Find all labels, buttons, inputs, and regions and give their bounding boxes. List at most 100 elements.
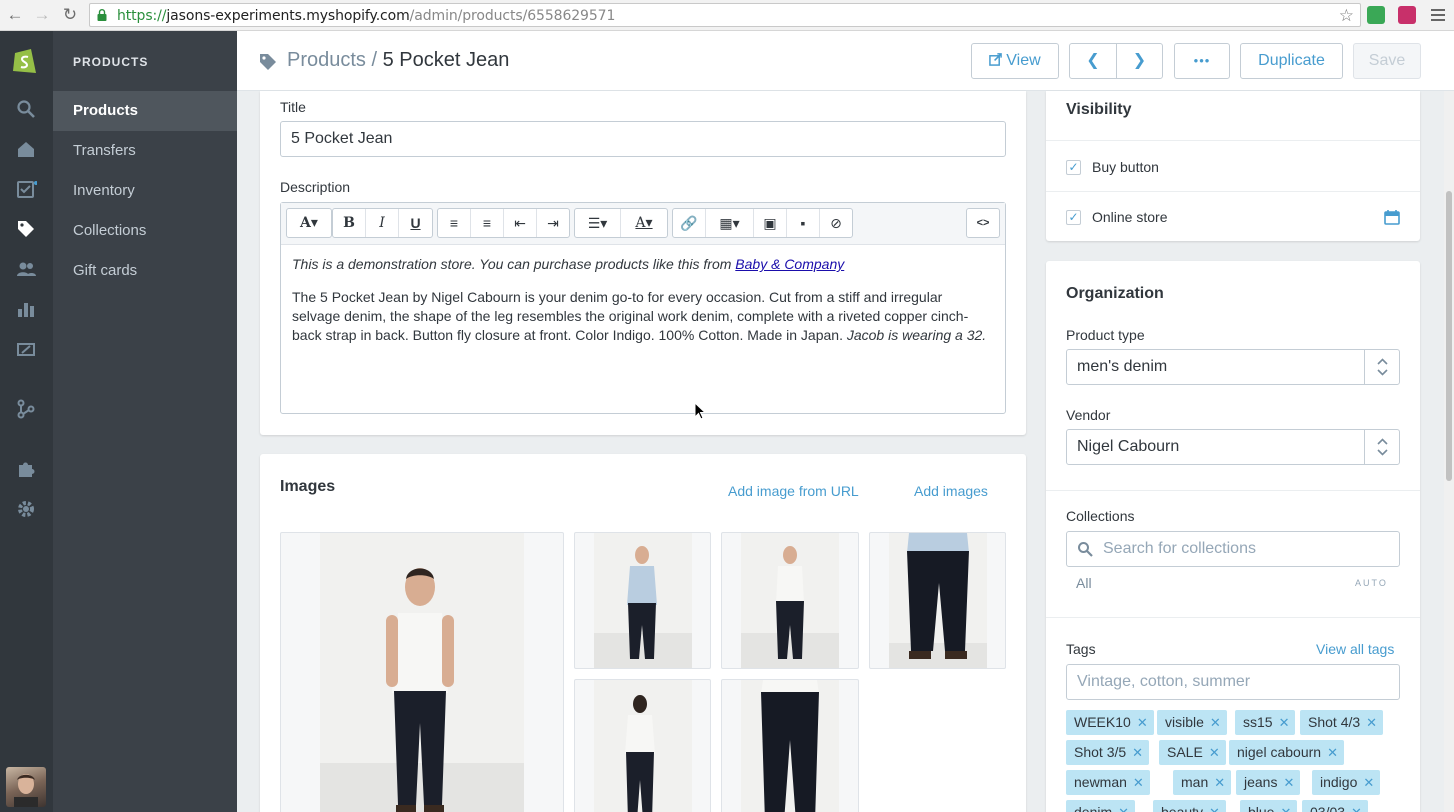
user-avatar[interactable] xyxy=(6,767,46,807)
remove-tag-icon[interactable]: ✕ xyxy=(1214,775,1225,790)
remove-tag-icon[interactable]: ✕ xyxy=(1366,715,1377,730)
tag-label: 03/03 xyxy=(1310,804,1346,812)
remove-tag-icon[interactable]: ✕ xyxy=(1327,745,1338,760)
extension-icon-2[interactable] xyxy=(1398,6,1416,24)
address-bar[interactable]: https://jasons-experiments.myshopify.com… xyxy=(89,3,1361,27)
html-source-button[interactable]: <> xyxy=(967,209,999,237)
remove-tag-icon[interactable]: ✕ xyxy=(1137,715,1148,730)
calendar-icon[interactable] xyxy=(1384,209,1400,225)
subnav-item-products[interactable]: Products xyxy=(53,91,237,131)
bullet-list-icon[interactable]: ≡ xyxy=(438,209,471,237)
url-host: jasons-experiments.myshopify.com xyxy=(166,8,410,24)
products-subnav: PRODUCTS Products Transfers Inventory Co… xyxy=(53,31,237,812)
browser-forward-icon[interactable]: → xyxy=(31,5,53,25)
description-content[interactable]: This is a demonstration store. You can p… xyxy=(292,255,992,359)
remove-tag-icon[interactable]: ✕ xyxy=(1279,715,1290,730)
product-photo-4 xyxy=(889,533,987,668)
products-tag-icon[interactable] xyxy=(15,218,37,240)
browser-toolbar: ← → ↻ https://jasons-experiments.myshopi… xyxy=(0,0,1454,31)
underline-icon[interactable]: U xyxy=(399,209,432,237)
product-photo-3 xyxy=(741,533,839,668)
online-store-label: Online store xyxy=(1092,209,1168,225)
previous-product-button[interactable]: ❮ xyxy=(1069,43,1117,79)
product-image-6[interactable] xyxy=(721,679,859,812)
italic-icon[interactable]: I xyxy=(366,209,399,237)
subnav-item-gift-cards[interactable]: Gift cards xyxy=(53,251,237,291)
buy-button-checkbox[interactable]: ✓ xyxy=(1066,160,1081,175)
page-title: 5 Pocket Jean xyxy=(382,49,510,71)
table-dropdown-icon[interactable]: ▦▾ xyxy=(706,209,754,237)
view-all-tags-link[interactable]: View all tags xyxy=(1316,641,1394,657)
product-image-main[interactable] xyxy=(280,532,564,812)
add-image-from-url-link[interactable]: Add image from URL xyxy=(728,483,859,499)
remove-tag-icon[interactable]: ✕ xyxy=(1210,715,1221,730)
jeans-rear-closeup-icon xyxy=(761,680,819,812)
tags-input[interactable]: Vintage, cotton, summer xyxy=(1066,664,1400,700)
duplicate-button[interactable]: Duplicate xyxy=(1240,43,1343,79)
sales-channels-icon[interactable] xyxy=(15,398,37,420)
image-icon[interactable]: ▣ xyxy=(754,209,787,237)
description-link[interactable]: Baby & Company xyxy=(735,256,844,272)
remove-tag-icon[interactable]: ✕ xyxy=(1133,775,1144,790)
clear-formatting-icon[interactable]: ⊘ xyxy=(820,209,852,237)
analytics-icon[interactable] xyxy=(15,298,37,320)
subnav-item-transfers[interactable]: Transfers xyxy=(53,131,237,171)
shopify-logo-icon[interactable] xyxy=(11,45,39,75)
breadcrumb-products-link[interactable]: Products xyxy=(287,49,366,71)
collection-item-all[interactable]: All xyxy=(1076,575,1092,591)
video-icon[interactable]: ▪ xyxy=(787,209,820,237)
title-input[interactable]: 5 Pocket Jean xyxy=(280,121,1006,157)
product-type-select[interactable]: men's denim xyxy=(1066,349,1400,385)
scrollbar-thumb[interactable] xyxy=(1446,191,1452,481)
text-color-dropdown-icon[interactable]: A▾ xyxy=(621,209,667,237)
product-image-4[interactable] xyxy=(869,532,1006,669)
product-image-3[interactable] xyxy=(721,532,859,669)
remove-tag-icon[interactable]: ✕ xyxy=(1351,805,1362,812)
subnav-item-inventory[interactable]: Inventory xyxy=(53,171,237,211)
next-product-button[interactable]: ❯ xyxy=(1116,43,1163,79)
link-icon[interactable]: 🔗 xyxy=(673,209,706,237)
remove-tag-icon[interactable]: ✕ xyxy=(1118,805,1129,812)
remove-tag-icon[interactable]: ✕ xyxy=(1209,805,1220,812)
product-image-2[interactable] xyxy=(574,532,711,669)
align-dropdown-icon[interactable]: ☰▾ xyxy=(575,209,621,237)
product-image-5[interactable] xyxy=(574,679,711,812)
search-icon[interactable] xyxy=(15,98,37,120)
orders-icon[interactable] xyxy=(15,178,37,200)
outdent-icon[interactable]: ⇤ xyxy=(504,209,537,237)
product-photo-2 xyxy=(594,533,692,668)
organization-divider xyxy=(1046,490,1420,491)
online-store-checkbox[interactable]: ✓ xyxy=(1066,210,1081,225)
settings-gear-icon[interactable] xyxy=(15,498,37,520)
numbered-list-icon[interactable]: ≡ xyxy=(471,209,504,237)
add-images-link[interactable]: Add images xyxy=(914,483,988,499)
apps-puzzle-icon[interactable] xyxy=(15,458,37,480)
remove-tag-icon[interactable]: ✕ xyxy=(1132,745,1143,760)
collections-search-input[interactable]: Search for collections xyxy=(1066,531,1400,567)
subnav-item-collections[interactable]: Collections xyxy=(53,211,237,251)
remove-tag-icon[interactable]: ✕ xyxy=(1363,775,1374,790)
bold-icon[interactable]: B xyxy=(333,209,366,237)
description-intro: This is a demonstration store. You can p… xyxy=(292,256,736,272)
remove-tag-icon[interactable]: ✕ xyxy=(1283,775,1294,790)
browser-menu-icon[interactable] xyxy=(1430,6,1446,24)
customers-icon[interactable] xyxy=(15,258,37,280)
remove-tag-icon[interactable]: ✕ xyxy=(1209,745,1220,760)
extension-icon[interactable] xyxy=(1367,6,1385,24)
view-button[interactable]: View xyxy=(971,43,1059,79)
bookmark-star-icon[interactable]: ☆ xyxy=(1339,6,1354,26)
app-icon-rail xyxy=(0,31,53,812)
font-style-dropdown-icon[interactable]: A▾ xyxy=(287,209,331,237)
browser-reload-icon[interactable]: ↻ xyxy=(59,5,81,25)
home-icon[interactable] xyxy=(15,138,37,160)
browser-back-icon[interactable]: ← xyxy=(4,5,26,25)
discounts-icon[interactable] xyxy=(15,338,37,360)
model-front-figure-icon xyxy=(320,568,524,812)
product-type-value: men's denim xyxy=(1077,358,1168,375)
page-scrollbar[interactable] xyxy=(1444,91,1454,812)
vendor-select[interactable]: Nigel Cabourn xyxy=(1066,429,1400,465)
indent-icon[interactable]: ⇥ xyxy=(537,209,569,237)
more-actions-button[interactable]: ••• xyxy=(1174,43,1230,79)
save-button[interactable]: Save xyxy=(1353,43,1421,79)
remove-tag-icon[interactable]: ✕ xyxy=(1280,805,1291,812)
